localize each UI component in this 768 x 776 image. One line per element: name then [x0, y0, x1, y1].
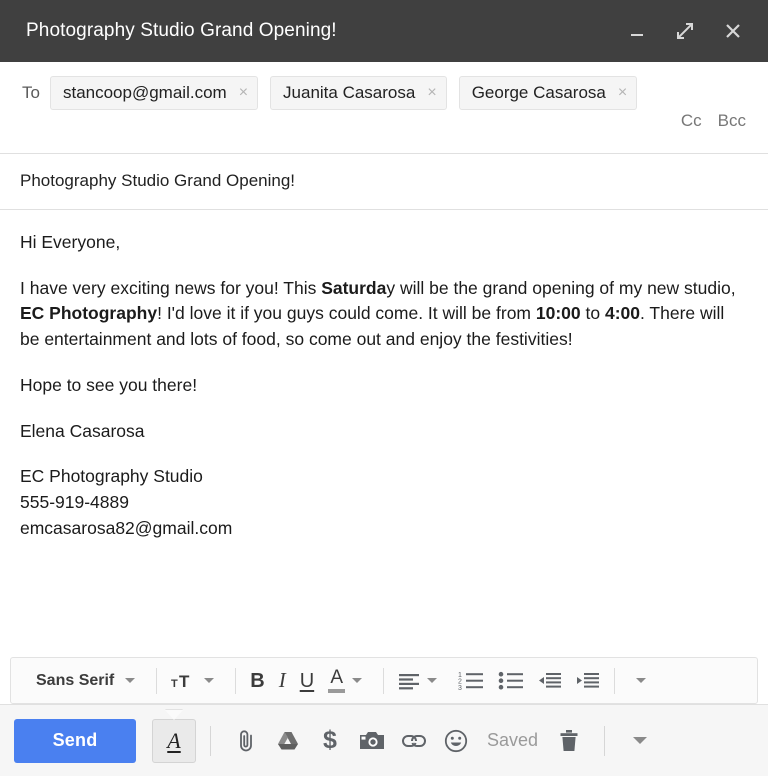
recipient-chips[interactable]: stancoop@gmail.com × Juanita Casarosa × … — [50, 74, 671, 110]
svg-text:3: 3 — [458, 685, 462, 690]
dollar-sign-glyph: $ — [323, 728, 337, 753]
chevron-down-icon — [427, 678, 437, 683]
remove-recipient-icon[interactable]: × — [427, 85, 436, 101]
toolbar-divider — [235, 668, 236, 694]
formatting-toolbar: Sans Serif T T B I U A — [10, 657, 758, 704]
body-paragraph: I have very exciting news for you! This … — [20, 276, 748, 353]
chevron-down-icon — [636, 678, 646, 683]
toolbar-divider — [156, 668, 157, 694]
indent-less-button[interactable] — [531, 664, 569, 698]
signature-line: 555-919-4889 — [20, 492, 129, 512]
numbered-list-icon: 1 2 3 — [458, 671, 484, 690]
recipient-chip-label: stancoop@gmail.com — [63, 83, 227, 103]
toolbar-divider — [383, 668, 384, 694]
recipient-chip[interactable]: stancoop@gmail.com × — [50, 76, 258, 110]
window-controls — [624, 18, 746, 44]
font-family-selector[interactable]: Sans Serif — [19, 664, 149, 698]
svg-text:T: T — [179, 672, 190, 691]
bold-label: B — [250, 671, 264, 691]
chevron-down-icon — [204, 678, 214, 683]
recipients-row[interactable]: To stancoop@gmail.com × Juanita Casarosa… — [0, 62, 768, 154]
body-text-run: y will be the grand opening of my new st… — [386, 278, 735, 298]
title-bar: Photography Studio Grand Opening! — [0, 0, 768, 62]
window-title: Photography Studio Grand Opening! — [26, 20, 624, 42]
align-button[interactable] — [391, 664, 451, 698]
insert-money-icon[interactable]: $ — [309, 720, 351, 762]
recipient-chip[interactable]: Juanita Casarosa × — [270, 76, 447, 110]
color-swatch-bar — [328, 689, 345, 693]
body-greeting: Hi Everyone, — [20, 230, 748, 256]
text-color-label: A — [330, 668, 343, 687]
body-text-bold: 4:00 — [605, 303, 640, 323]
bcc-button[interactable]: Bcc — [718, 111, 746, 131]
toggle-formatting-options-button[interactable]: A — [152, 719, 196, 763]
to-label: To — [18, 74, 50, 101]
text-color-button[interactable]: A — [321, 664, 376, 698]
recipient-chip[interactable]: George Casarosa × — [459, 76, 638, 110]
numbered-list-button[interactable]: 1 2 3 — [451, 664, 491, 698]
body-text-run: I have very exciting news for you! This — [20, 278, 321, 298]
remove-recipient-icon[interactable]: × — [618, 85, 627, 101]
insert-photo-icon[interactable] — [351, 720, 393, 762]
insert-drive-icon[interactable] — [267, 720, 309, 762]
message-body[interactable]: Hi Everyone, I have very exciting news f… — [0, 210, 768, 657]
more-format-options[interactable] — [622, 664, 660, 698]
body-text-run: ! I'd love it if you guys could come. It… — [157, 303, 536, 323]
chevron-down-icon — [125, 678, 135, 683]
cc-bcc-group: Cc Bcc — [681, 111, 750, 139]
text-color-icon: A — [328, 668, 345, 693]
indent-more-icon — [576, 672, 600, 690]
bulleted-list-icon — [498, 671, 524, 690]
italic-label: I — [279, 670, 286, 691]
insert-link-icon[interactable] — [393, 720, 435, 762]
body-text-run: to — [581, 303, 605, 323]
compose-window: Photography Studio Grand Opening! — [0, 0, 768, 776]
underline-button[interactable]: U — [293, 664, 321, 698]
align-left-icon — [398, 672, 420, 690]
format-toggle-label: A — [167, 730, 180, 752]
italic-button[interactable]: I — [272, 664, 293, 698]
body-text-bold: EC Photography — [20, 303, 157, 323]
underline-label: U — [300, 671, 314, 691]
body-text-bold: Saturda — [321, 278, 386, 298]
more-options-icon[interactable] — [619, 720, 661, 762]
action-divider — [210, 726, 211, 756]
signature-line: emcasarosa82@gmail.com — [20, 518, 232, 538]
font-size-icon: T T — [171, 671, 197, 691]
saved-status: Saved — [477, 730, 548, 751]
recipient-chip-label: George Casarosa — [472, 83, 606, 103]
signature-line: EC Photography Studio — [20, 466, 203, 486]
bulleted-list-button[interactable] — [491, 664, 531, 698]
svg-text:T: T — [171, 678, 178, 690]
toolbar-divider — [614, 668, 615, 694]
remove-recipient-icon[interactable]: × — [239, 85, 248, 101]
cc-button[interactable]: Cc — [681, 111, 702, 131]
signature-name: Elena Casarosa — [20, 419, 748, 445]
attach-file-icon[interactable] — [225, 720, 267, 762]
body-text-bold: 10:00 — [536, 303, 581, 323]
indent-more-button[interactable] — [569, 664, 607, 698]
send-button[interactable]: Send — [14, 719, 136, 763]
delete-draft-icon[interactable] — [548, 720, 590, 762]
indent-less-icon — [538, 672, 562, 690]
expand-icon[interactable] — [672, 18, 698, 44]
recipient-chip-label: Juanita Casarosa — [283, 83, 415, 103]
font-family-label: Sans Serif — [26, 672, 118, 690]
action-bar: Send A $ — [0, 704, 768, 776]
font-size-selector[interactable]: T T — [164, 664, 228, 698]
toolbar-pointer-notch — [165, 710, 183, 720]
insert-emoji-icon[interactable] — [435, 720, 477, 762]
subject-input[interactable]: Photography Studio Grand Opening! — [0, 154, 768, 210]
action-divider — [604, 726, 605, 756]
body-closing: Hope to see you there! — [20, 373, 748, 399]
chevron-down-icon — [633, 737, 647, 744]
signature-block: EC Photography Studio 555-919-4889 emcas… — [20, 464, 748, 541]
bold-button[interactable]: B — [243, 664, 271, 698]
close-icon[interactable] — [720, 18, 746, 44]
minimize-icon[interactable] — [624, 18, 650, 44]
chevron-down-icon — [352, 678, 362, 683]
